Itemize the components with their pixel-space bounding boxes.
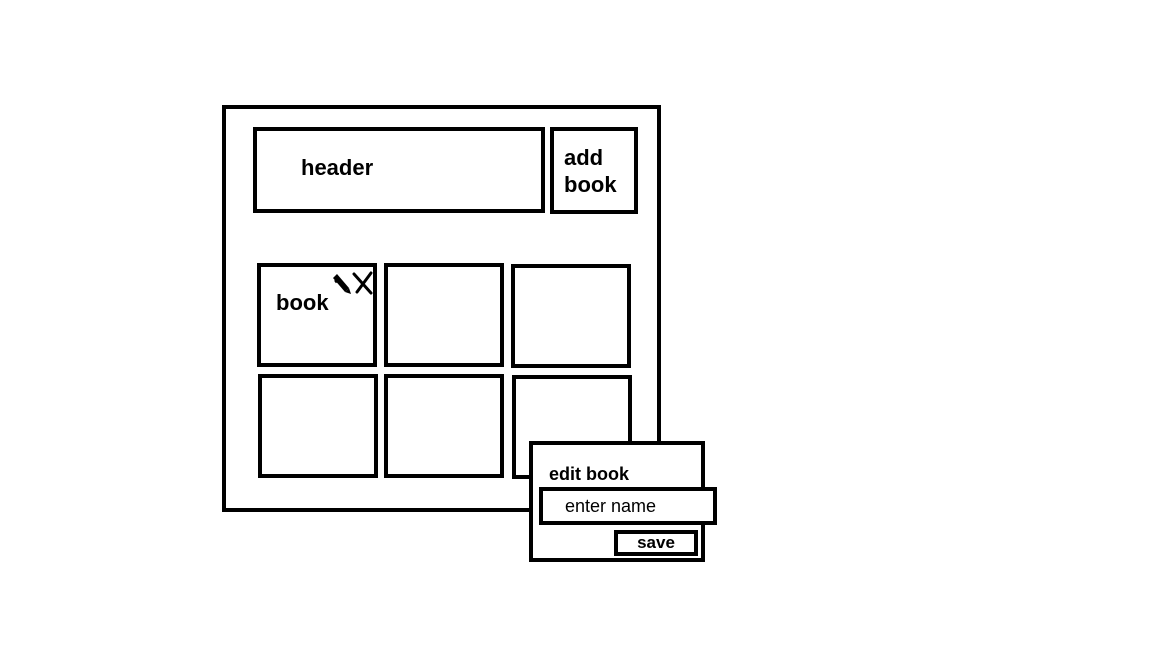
book-tile[interactable] bbox=[384, 374, 504, 478]
add-book-label: add book bbox=[564, 145, 617, 197]
book-tile[interactable] bbox=[384, 263, 504, 367]
header-bar: header bbox=[253, 127, 545, 213]
header-title: header bbox=[301, 155, 374, 180]
save-button[interactable]: save bbox=[614, 530, 698, 556]
edit-book-dialog: edit book save bbox=[529, 441, 717, 562]
book-tile[interactable] bbox=[258, 374, 378, 478]
book-tile[interactable]: book bbox=[257, 263, 377, 367]
book-name-input[interactable] bbox=[539, 487, 717, 525]
add-book-button[interactable]: add book bbox=[550, 127, 638, 214]
book-tile-label: book bbox=[276, 290, 329, 315]
edit-book-title: edit book bbox=[549, 464, 629, 484]
x-icon[interactable] bbox=[351, 270, 375, 296]
book-tile[interactable] bbox=[511, 264, 631, 368]
pencil-icon[interactable] bbox=[331, 270, 353, 296]
book-tile-actions bbox=[331, 270, 377, 298]
